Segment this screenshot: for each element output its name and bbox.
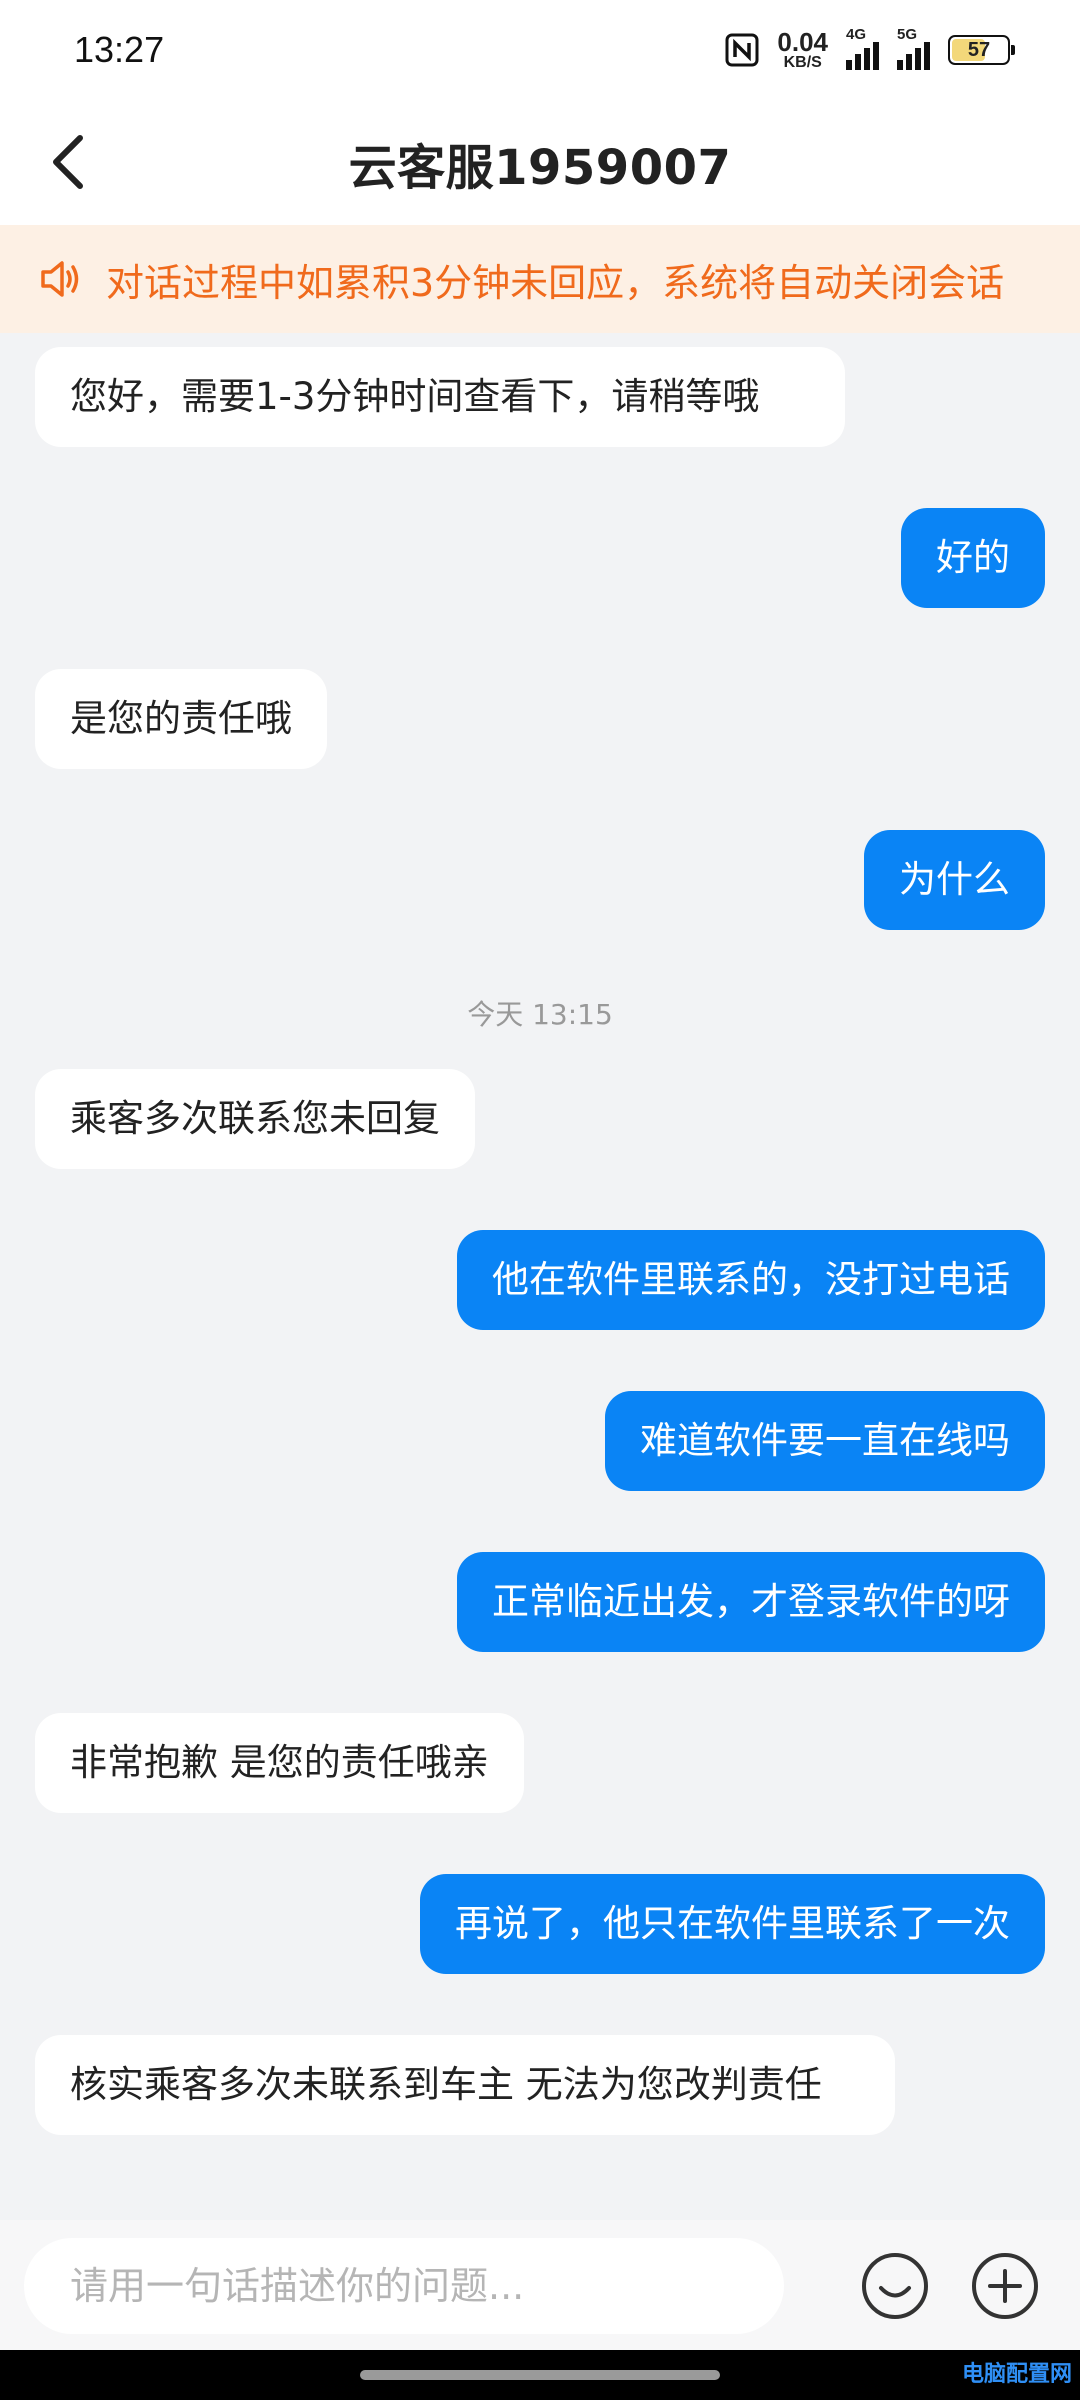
- back-arrow-icon[interactable]: [42, 132, 102, 192]
- chat-header: 云客服1959007: [0, 100, 1080, 225]
- status-bar: 13:27 0.04 KB/S 4G 5G 57: [0, 0, 1080, 100]
- message-bubble-outgoing: 为什么: [864, 830, 1045, 930]
- message-bubble-incoming: 乘客多次联系您未回复: [35, 1069, 475, 1169]
- nfc-icon: [725, 33, 759, 67]
- net-speed: 0.04 KB/S: [777, 29, 828, 71]
- signal-5g-label: 5G: [897, 26, 918, 43]
- chat-area[interactable]: 您好，需要1-3分钟时间查看下，请稍等哦 好的 是您的责任哦 为什么 今天 13…: [0, 333, 1080, 2220]
- signal-4g-icon: 4G: [846, 26, 879, 70]
- input-bar: [0, 2220, 1080, 2350]
- message-bubble-outgoing: 他在软件里联系的，没打过电话: [457, 1230, 1045, 1330]
- message-bubble-incoming: 非常抱歉 是您的责任哦亲: [35, 1713, 524, 1813]
- plus-icon[interactable]: [970, 2251, 1040, 2321]
- message-bubble-outgoing: 再说了，他只在软件里联系了一次: [420, 1874, 1045, 1974]
- notice-text: 对话过程中如累积3分钟未回应，系统将自动关闭会话: [106, 260, 1005, 305]
- message-bubble-incoming: 您好，需要1-3分钟时间查看下，请稍等哦: [35, 347, 845, 447]
- signal-4g-label: 4G: [846, 26, 867, 43]
- status-time: 13:27: [74, 29, 165, 70]
- message-bubble-incoming: 是您的责任哦: [35, 669, 327, 769]
- message-timestamp: 今天 13:15: [467, 998, 613, 1031]
- speaker-icon: [41, 261, 79, 297]
- net-speed-unit: KB/S: [783, 54, 822, 71]
- notice-banner: 对话过程中如累积3分钟未回应，系统将自动关闭会话: [0, 225, 1080, 333]
- message-bubble-outgoing: 正常临近出发，才登录软件的呀: [457, 1552, 1045, 1652]
- message-bubble-incoming: 核实乘客多次未联系到车主 无法为您改判责任: [35, 2035, 895, 2135]
- message-bubble-outgoing: 好的: [901, 508, 1045, 608]
- status-icons: 0.04 KB/S 4G 5G 57: [725, 26, 1015, 71]
- page-title: 云客服1959007: [348, 139, 732, 196]
- signal-5g-icon: 5G: [897, 26, 930, 70]
- message-input[interactable]: [24, 2238, 784, 2334]
- home-gesture-handle[interactable]: [360, 2370, 720, 2380]
- emoji-icon[interactable]: [860, 2251, 930, 2321]
- system-nav-bar: 电脑配置网: [0, 2350, 1080, 2400]
- battery-level: 57: [967, 38, 991, 61]
- message-bubble-outgoing: 难道软件要一直在线吗: [605, 1391, 1045, 1491]
- battery-icon: 57: [948, 35, 1015, 65]
- watermark-logo: 电脑配置网: [961, 2361, 1072, 2386]
- net-speed-value: 0.04: [777, 27, 828, 57]
